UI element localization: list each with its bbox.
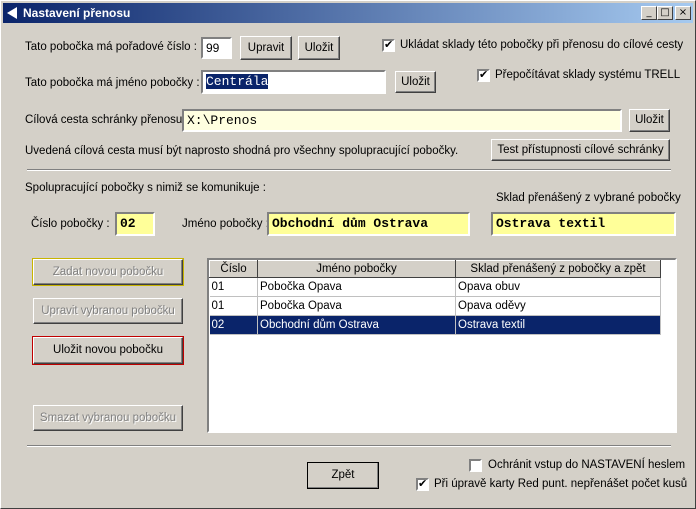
column-header-number[interactable]: Číslo	[209, 260, 258, 278]
separator-top	[27, 169, 671, 171]
save-stores-checkbox[interactable]: ✔	[382, 38, 395, 52]
add-branch-button[interactable]: Zadat novou pobočku	[32, 258, 184, 286]
branch-name-field[interactable]: Centrála	[201, 70, 386, 94]
cell-number: 01	[209, 296, 258, 316]
close-button[interactable]: ×	[675, 6, 691, 20]
partner-name-label: Jméno pobočky :	[182, 218, 269, 230]
cell-name: Obchodní dům Ostrava	[257, 315, 456, 335]
no-transfer-checkbox[interactable]: ✔	[416, 477, 429, 491]
column-header-store[interactable]: Sklad přenášený z pobočky a zpět	[455, 260, 661, 278]
cell-store: Ostrava textil	[455, 315, 661, 335]
save-new-branch-button[interactable]: Uložit novou pobočku	[32, 336, 184, 365]
cell-number: 01	[209, 277, 258, 297]
recalc-trell-checkbox[interactable]: ✔	[477, 68, 490, 82]
delete-branch-button[interactable]: Smazat vybranou pobočku	[33, 405, 183, 431]
partner-number-label: Číslo pobočky :	[31, 218, 110, 230]
branch-number-label: Tato pobočka má pořadové číslo :	[25, 41, 197, 53]
edit-branch-number-button[interactable]: Upravit	[240, 36, 292, 60]
branch-number-field[interactable]: 99	[201, 37, 232, 59]
save-branch-name-button[interactable]: Uložit	[395, 71, 436, 93]
window-title: Nastavení přenosu	[23, 6, 131, 20]
table-row[interactable]: 01 Pobočka Opava Opava obuv	[209, 277, 661, 297]
column-header-name[interactable]: Jméno pobočky	[257, 260, 456, 278]
branches-table[interactable]: Číslo Jméno pobočky Sklad přenášený z po…	[207, 258, 677, 433]
cell-name: Pobočka Opava	[257, 277, 456, 297]
maximize-button[interactable]: □	[657, 6, 673, 20]
partner-store-field[interactable]: Ostrava textil	[491, 212, 676, 236]
recalc-trell-label: Přepočítávat sklady systému TRELL	[495, 69, 681, 81]
target-path-note: Uvedená cílová cesta musí být naprosto s…	[25, 145, 459, 157]
title-bar: Nastavení přenosu _ □ ×	[3, 3, 693, 23]
cell-name: Pobočka Opava	[257, 296, 456, 316]
edit-branch-button[interactable]: Upravit vybranou pobočku	[33, 298, 183, 324]
branch-name-label: Tato pobočka má jméno pobočky :	[25, 77, 200, 89]
save-stores-label: Ukládat sklady této pobočky při přenosu …	[400, 39, 684, 51]
save-branch-number-button[interactable]: Uložit	[298, 36, 340, 60]
branch-name-value: Centrála	[206, 74, 269, 89]
store-heading: Sklad přenášený z vybrané pobočky	[496, 192, 681, 204]
cell-number: 02	[209, 315, 258, 335]
protect-password-checkbox[interactable]	[469, 459, 482, 472]
save-target-path-button[interactable]: Uložit	[629, 109, 670, 132]
cell-store: Opava oděvy	[455, 296, 661, 316]
separator-bottom	[27, 445, 671, 447]
target-path-field[interactable]: X:\Prenos	[182, 109, 622, 132]
minimize-button[interactable]: _	[641, 6, 657, 20]
table-header-row: Číslo Jméno pobočky Sklad přenášený z po…	[209, 260, 661, 278]
target-path-label: Cílová cesta schránky přenosu	[25, 114, 183, 126]
partner-name-field[interactable]: Obchodní dům Ostrava	[267, 212, 470, 236]
no-transfer-label: Při úpravě karty Red punt. nepřenášet po…	[434, 478, 688, 490]
table-row[interactable]: 01 Pobočka Opava Opava oděvy	[209, 296, 661, 316]
cell-store: Opava obuv	[455, 277, 661, 297]
protect-password-label: Ochránit vstup do NASTAVENÍ heslem	[488, 459, 686, 471]
settings-window: Nastavení přenosu _ □ × Tato pobočka má …	[0, 0, 696, 509]
partners-heading: Spolupracující pobočky s nimiž se komuni…	[25, 182, 266, 194]
back-button[interactable]: Zpět	[307, 462, 379, 489]
table-row-selected[interactable]: 02 Obchodní dům Ostrava Ostrava textil	[209, 315, 661, 335]
app-arrow-icon	[7, 7, 17, 19]
test-target-button[interactable]: Test přístupnosti cílové schránky	[491, 139, 670, 161]
partner-number-field[interactable]: 02	[115, 212, 155, 236]
